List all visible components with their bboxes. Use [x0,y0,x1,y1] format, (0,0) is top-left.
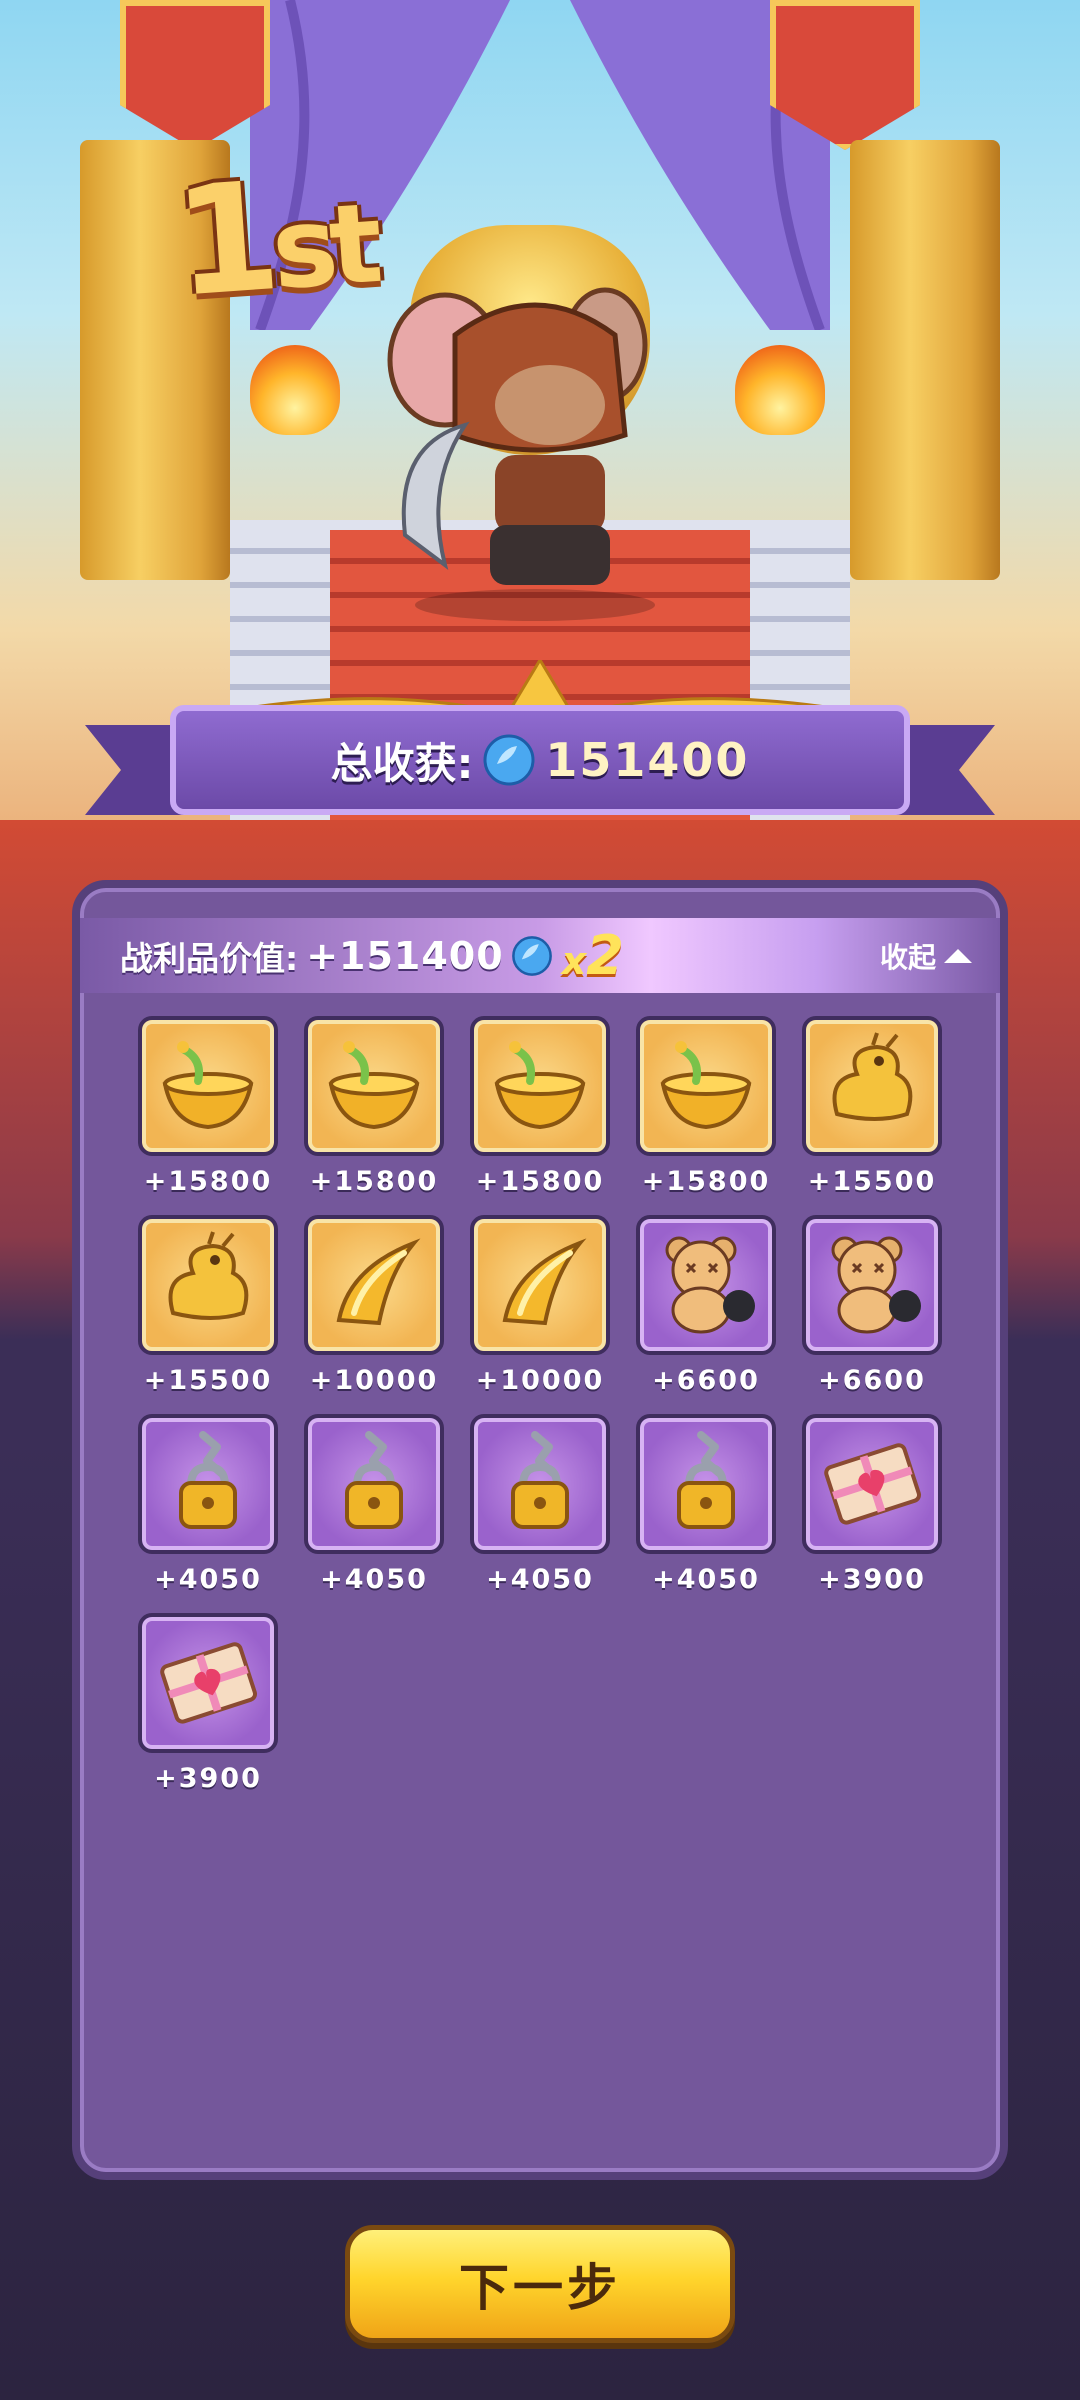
loot-item[interactable]: +4050 [304,1414,444,1595]
loot-item-value: +10000 [309,1365,439,1396]
golden-horn-icon [485,1228,595,1342]
golden-dragon-icon [153,1228,263,1342]
loot-item[interactable]: +10000 [470,1215,610,1396]
loot-item-tile[interactable] [304,1215,444,1355]
loot-item-value: +10000 [475,1365,605,1396]
loot-item[interactable]: +15500 [138,1215,278,1396]
golden-bowl-icon [485,1029,595,1143]
loot-grid: +15800 +15800 +15800 +15800 +15500 +15500 +100… [138,1016,942,1794]
loot-item[interactable]: +10000 [304,1215,444,1396]
loot-item-tile[interactable] [138,1414,278,1554]
loot-item[interactable]: +15800 [470,1016,610,1197]
hooded-mouse-character [387,287,655,621]
loot-panel: 战利品价值: +151400 x2 收起 +15800 +15800 +15800 +… [72,880,1008,2180]
loot-item-value: +15800 [309,1166,439,1197]
loot-item-tile[interactable] [138,1613,278,1753]
loot-value: +151400 [306,933,504,978]
left-torch-flame [250,345,340,435]
loot-item[interactable]: +15800 [138,1016,278,1197]
loot-item[interactable]: +3900 [802,1414,942,1595]
blue-gem-icon [483,734,535,786]
left-banner [120,0,270,150]
collapse-button[interactable]: 收起 [880,932,972,980]
chain-padlock-icon [485,1427,595,1541]
loot-item[interactable]: +15800 [304,1016,444,1197]
loot-item-value: +15500 [143,1365,273,1396]
loot-item[interactable]: +15500 [802,1016,942,1197]
golden-bowl-icon [651,1029,761,1143]
blue-gem-icon [511,935,552,976]
loot-item-tile[interactable] [470,1215,610,1355]
loot-item-tile[interactable] [304,1414,444,1554]
golden-bowl-icon [153,1029,263,1143]
loot-item-tile[interactable] [470,1414,610,1554]
loot-item-value: +4050 [154,1564,262,1595]
loot-item-value: +15800 [475,1166,605,1197]
loot-multiplier: x2 [561,924,624,987]
next-step-button[interactable]: 下一步 [345,2225,735,2343]
loot-item-tile[interactable] [138,1215,278,1355]
chain-padlock-icon [153,1427,263,1541]
chain-padlock-icon [651,1427,761,1541]
loot-item-tile[interactable] [138,1016,278,1156]
loot-item-value: +6600 [652,1365,760,1396]
loot-item-tile[interactable] [802,1016,942,1156]
loot-item[interactable]: +4050 [470,1414,610,1595]
chain-padlock-icon [319,1427,429,1541]
teddy-bear-icon [817,1228,927,1342]
next-step-label: 下一步 [459,2259,621,2317]
loot-item-value: +15800 [143,1166,273,1197]
right-torch-flame [735,345,825,435]
rank-badge: 1st [169,150,379,331]
right-pillar [850,140,1000,580]
loot-item[interactable]: +15800 [636,1016,776,1197]
loot-item-tile[interactable] [636,1215,776,1355]
loot-item-value: +4050 [486,1564,594,1595]
loot-item-value: +4050 [320,1564,428,1595]
loot-item[interactable]: +4050 [138,1414,278,1595]
loot-item-tile[interactable] [470,1016,610,1156]
chevron-up-icon [944,949,972,963]
love-letter-icon [153,1626,263,1740]
total-harvest-ribbon: 总收获: 151400 [170,705,910,815]
loot-item[interactable]: +6600 [636,1215,776,1396]
loot-item-tile[interactable] [304,1016,444,1156]
loot-item[interactable]: +6600 [802,1215,942,1396]
loot-header: 战利品价值: +151400 x2 收起 [80,918,1000,993]
teddy-bear-icon [651,1228,761,1342]
loot-item-tile[interactable] [636,1016,776,1156]
golden-bowl-icon [319,1029,429,1143]
loot-value-label: 战利品价值: [120,938,299,978]
loot-item-value: +6600 [818,1365,926,1396]
loot-item-tile[interactable] [802,1414,942,1554]
golden-horn-icon [319,1228,429,1342]
golden-dragon-icon [817,1029,927,1143]
loot-item-value: +4050 [652,1564,760,1595]
total-value: 151400 [545,733,750,787]
total-label: 总收获: [330,738,474,788]
loot-item[interactable]: +3900 [138,1613,278,1794]
loot-item-tile[interactable] [802,1215,942,1355]
collapse-label: 收起 [879,941,936,974]
loot-item-value: +3900 [818,1564,926,1595]
loot-item-value: +15800 [641,1166,771,1197]
loot-item-tile[interactable] [636,1414,776,1554]
loot-item-value: +15500 [807,1166,937,1197]
loot-item[interactable]: +4050 [636,1414,776,1595]
loot-item-value: +3900 [154,1763,262,1794]
love-letter-icon [817,1427,927,1541]
